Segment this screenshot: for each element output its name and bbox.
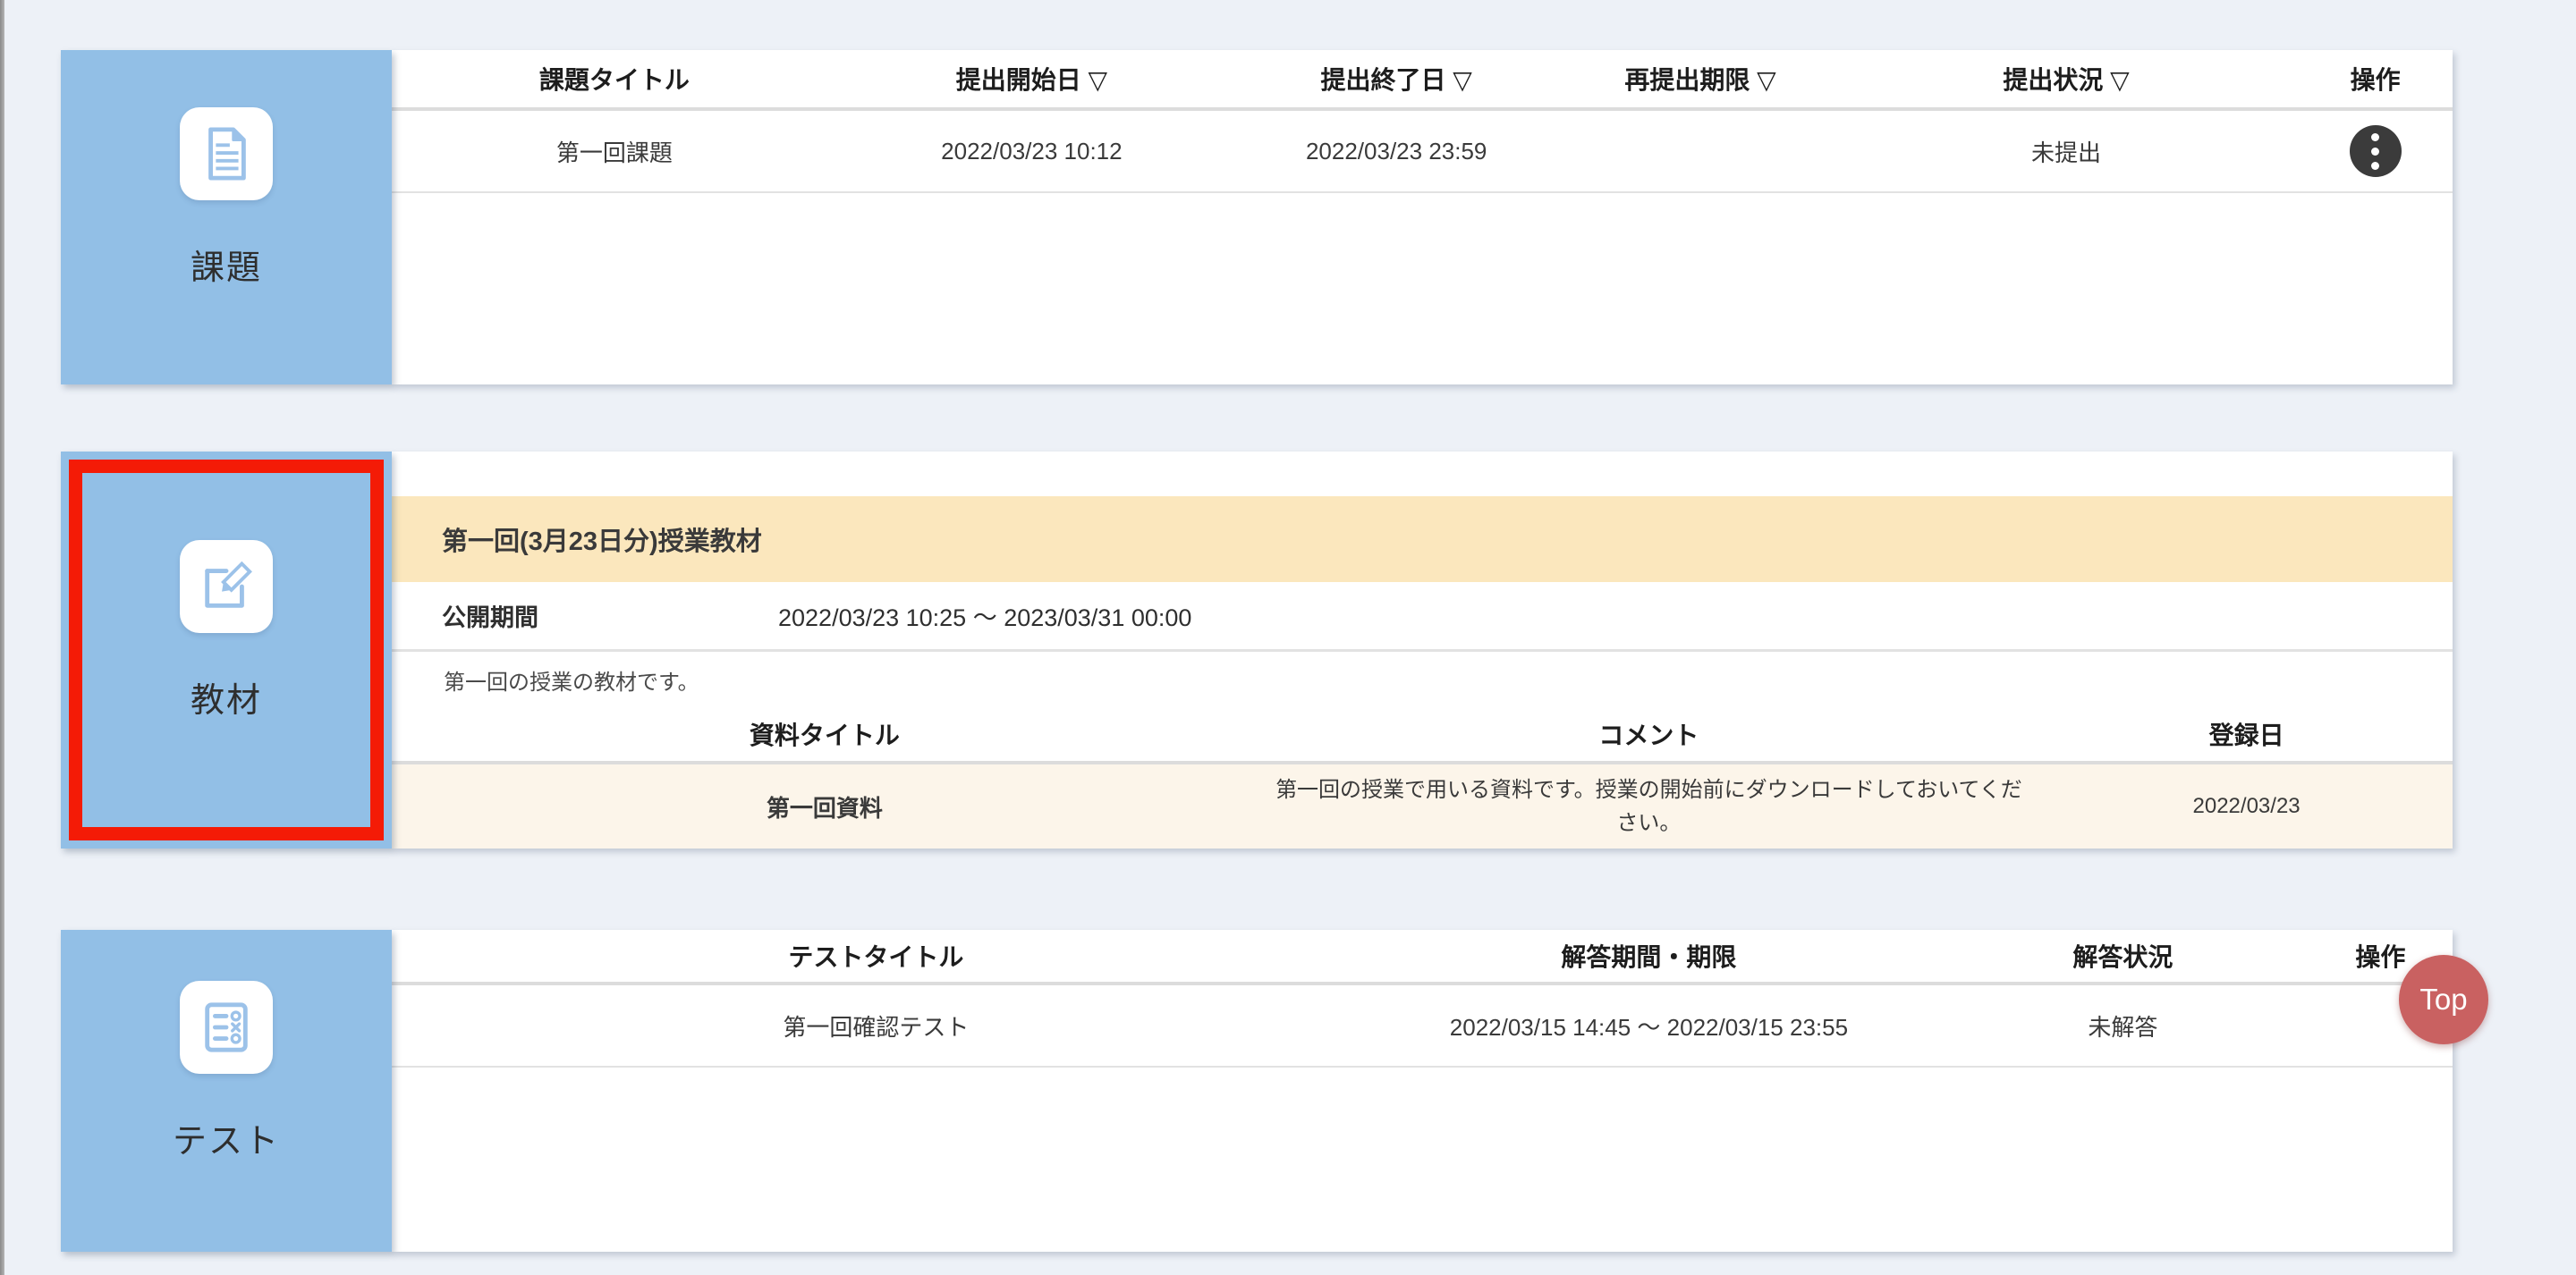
document-icon — [180, 107, 273, 200]
material-title[interactable]: 第一回資料 — [392, 790, 1258, 823]
column-header-submit-start-sort[interactable]: 提出開始日 ▽ — [837, 61, 1226, 97]
material-group-title: 第一回(3月23日分)授業教材 — [392, 496, 2453, 582]
section-materials: 教材 第一回(3月23日分)授業教材 公開期間 2022/03/23 10:25… — [61, 452, 2453, 849]
column-header-submit-status-sort[interactable]: 提出状況 ▽ — [1835, 61, 2298, 97]
tests-panel: テストタイトル 解答期間・期限 解答状況 操作 第一回確認テスト 2022/03… — [392, 930, 2453, 1252]
material-row[interactable]: 第一回資料 第一回の授業で用いる資料です。授業の開始前にダウンロードしておいてく… — [392, 764, 2453, 849]
column-header-submit-end-sort[interactable]: 提出終了日 ▽ — [1226, 61, 1566, 97]
scroll-to-top-button[interactable]: Top — [2399, 955, 2488, 1044]
edit-icon — [180, 540, 273, 633]
column-header-resubmit-deadline-sort[interactable]: 再提出期限 ▽ — [1566, 61, 1835, 97]
section-assignments: 課題 課題タイトル 提出開始日 ▽ 提出終了日 ▽ 再提出期限 ▽ 提出状況 ▽… — [61, 50, 2453, 384]
test-answer-status: 未解答 — [1937, 1009, 2309, 1043]
publication-period-row: 公開期間 2022/03/23 10:25 ～ 2023/03/31 00:00 — [392, 582, 2453, 652]
column-header-material-title: 資料タイトル — [392, 716, 1258, 752]
sidebar-item-tests[interactable]: テスト — [61, 930, 392, 1252]
assignments-empty-area — [392, 193, 2453, 384]
assignment-title[interactable]: 第一回課題 — [392, 135, 837, 168]
test-title[interactable]: 第一回確認テスト — [392, 1009, 1360, 1043]
column-header-test-title: テストタイトル — [392, 938, 1360, 974]
column-header-registered-date: 登録日 — [2040, 716, 2453, 752]
column-header-answer-period: 解答期間・期限 — [1360, 938, 1937, 974]
column-header-answer-status: 解答状況 — [1937, 938, 2309, 974]
section-tests: テスト テストタイトル 解答期間・期限 解答状況 操作 第一回確認テスト 202… — [61, 930, 2453, 1252]
materials-panel: 第一回(3月23日分)授業教材 公開期間 2022/03/23 10:25 ～ … — [392, 452, 2453, 849]
publication-period-label: 公開期間 — [392, 598, 778, 633]
test-answer-period: 2022/03/15 14:45 ～ 2022/03/15 23:55 — [1360, 1009, 1937, 1043]
material-registered-date: 2022/03/23 — [2040, 794, 2453, 819]
window-left-edge — [0, 0, 4, 1275]
column-header-title: 課題タイトル — [392, 61, 837, 97]
assignments-panel: 課題タイトル 提出開始日 ▽ 提出終了日 ▽ 再提出期限 ▽ 提出状況 ▽ 操作… — [392, 50, 2453, 384]
assignment-end-date: 2022/03/23 23:59 — [1226, 138, 1566, 165]
materials-table-header: 資料タイトル コメント 登録日 — [392, 707, 2453, 761]
tests-empty-area — [392, 1068, 2453, 1252]
assignments-table-header: 課題タイトル 提出開始日 ▽ 提出終了日 ▽ 再提出期限 ▽ 提出状況 ▽ 操作 — [392, 50, 2453, 107]
column-header-comment: コメント — [1258, 716, 2041, 752]
test-row[interactable]: 第一回確認テスト 2022/03/15 14:45 ～ 2022/03/15 2… — [392, 985, 2453, 1068]
sidebar-item-label: テスト — [173, 1113, 280, 1162]
kebab-menu-button[interactable] — [2350, 125, 2402, 177]
assignment-row[interactable]: 第一回課題 2022/03/23 10:12 2022/03/23 23:59 … — [392, 111, 2453, 193]
tests-table-header: テストタイトル 解答期間・期限 解答状況 操作 — [392, 930, 2453, 982]
sidebar-item-assignments[interactable]: 課題 — [61, 50, 392, 384]
sidebar-item-label: 教材 — [191, 672, 262, 722]
column-header-actions: 操作 — [2298, 61, 2453, 97]
publication-period-value: 2022/03/23 10:25 ～ 2023/03/31 00:00 — [778, 598, 1191, 633]
material-comment: 第一回の授業で用いる資料です。授業の開始前にダウンロードしておいてください。 — [1258, 773, 2041, 840]
assignment-start-date: 2022/03/23 10:12 — [837, 138, 1226, 165]
materials-top-spacer — [392, 452, 2453, 496]
sidebar-item-materials[interactable]: 教材 — [61, 452, 392, 849]
checklist-icon — [180, 981, 273, 1074]
sidebar-item-label: 課題 — [191, 240, 262, 289]
material-group-description: 第一回の授業の教材です。 — [392, 652, 2453, 707]
assignment-status: 未提出 — [1835, 135, 2298, 168]
